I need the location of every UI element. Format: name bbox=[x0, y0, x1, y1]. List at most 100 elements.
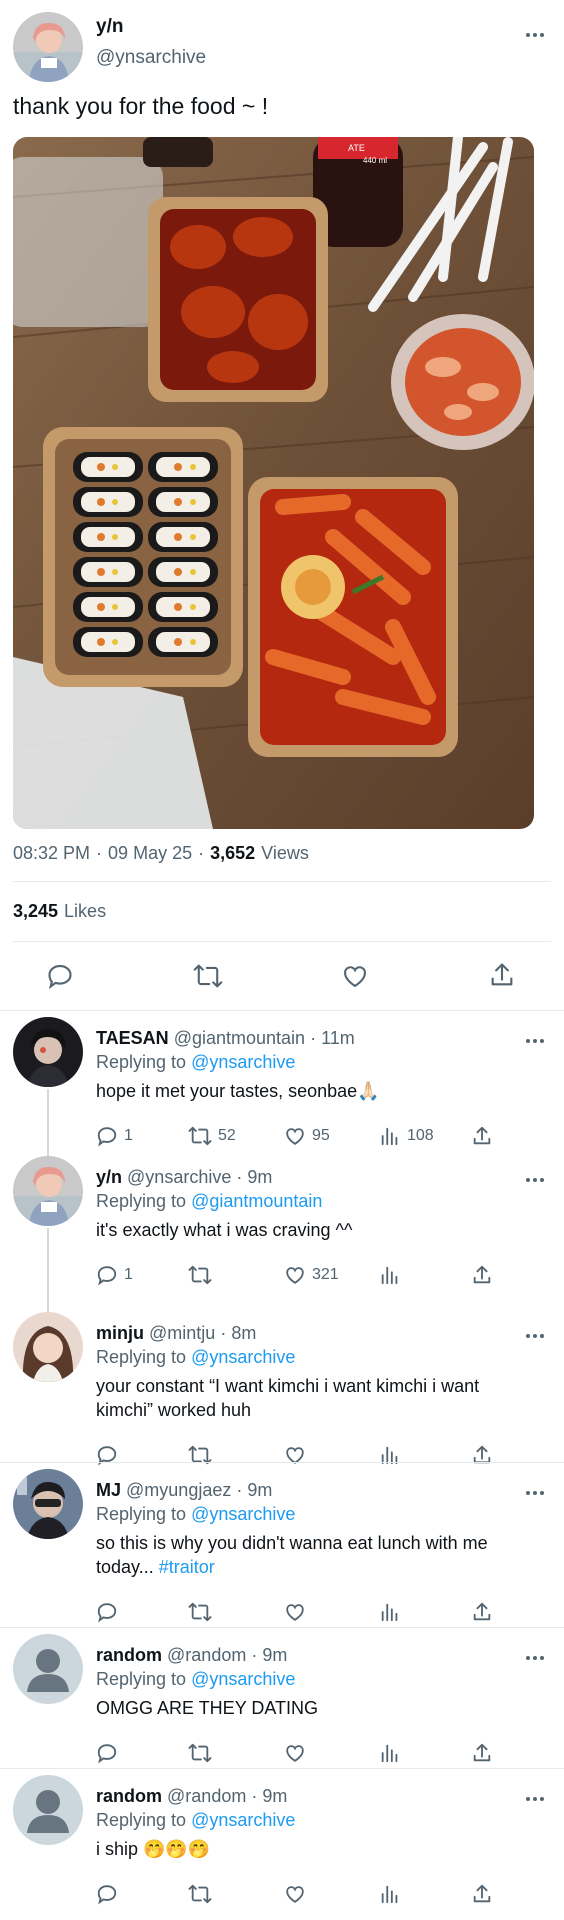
more-icon[interactable] bbox=[526, 1655, 548, 1661]
reply-action-repost[interactable]: 52 bbox=[188, 1125, 236, 1147]
reply-action-repost[interactable] bbox=[188, 1264, 218, 1286]
reply-separator: · bbox=[220, 1323, 227, 1343]
reply-action-reply[interactable] bbox=[96, 1742, 124, 1764]
reply-time[interactable]: 8m bbox=[231, 1323, 256, 1343]
post-likes[interactable]: 3,245 Likes bbox=[13, 901, 106, 922]
reply-action-repost[interactable] bbox=[188, 1742, 218, 1764]
replying-to-handle[interactable]: @ynsarchive bbox=[191, 1347, 295, 1367]
reply-text: your constant “I want kimchi i want kimc… bbox=[96, 1374, 536, 1422]
reply-avatar[interactable] bbox=[13, 1469, 83, 1539]
more-icon[interactable] bbox=[526, 1796, 548, 1802]
repost-icon bbox=[188, 1125, 212, 1147]
reply-time[interactable]: 9m bbox=[262, 1786, 287, 1806]
reply-header: minju @mintju · 8m bbox=[96, 1323, 256, 1344]
replying-to-handle[interactable]: @ynsarchive bbox=[191, 1504, 295, 1524]
reply-action-views[interactable] bbox=[379, 1601, 407, 1623]
replying-to-handle[interactable]: @ynsarchive bbox=[191, 1052, 295, 1072]
replying-prefix: Replying to bbox=[96, 1504, 187, 1524]
reply-author-name[interactable]: minju bbox=[96, 1323, 144, 1343]
reply-action-views[interactable] bbox=[379, 1883, 407, 1905]
like-icon[interactable] bbox=[341, 962, 369, 995]
reply-avatar[interactable] bbox=[13, 1634, 83, 1704]
reply-action-views[interactable] bbox=[379, 1742, 407, 1764]
reply-author-name[interactable]: MJ bbox=[96, 1480, 121, 1500]
reply-time[interactable]: 9m bbox=[247, 1480, 272, 1500]
reply-action-reply[interactable]: 1 bbox=[96, 1125, 133, 1147]
reply-author-handle[interactable]: @ynsarchive bbox=[127, 1167, 231, 1187]
reply-action-reply[interactable] bbox=[96, 1601, 124, 1623]
hashtag-link[interactable]: #traitor bbox=[159, 1557, 215, 1577]
repost-icon bbox=[188, 1883, 212, 1905]
more-icon[interactable] bbox=[526, 1038, 548, 1044]
views-label: Views bbox=[261, 843, 309, 863]
reply-author-name[interactable]: random bbox=[96, 1645, 162, 1665]
reply-time[interactable]: 9m bbox=[247, 1167, 272, 1187]
reply-action-views[interactable]: 108 bbox=[379, 1125, 434, 1147]
more-icon[interactable] bbox=[526, 1177, 548, 1183]
reply-separator: · bbox=[236, 1480, 243, 1500]
reply-avatar[interactable] bbox=[13, 1312, 83, 1382]
reply-action-like[interactable] bbox=[284, 1601, 312, 1623]
reply-action-reply[interactable] bbox=[96, 1883, 124, 1905]
divider bbox=[0, 1010, 564, 1011]
reply-author-handle[interactable]: @random bbox=[167, 1645, 246, 1665]
reply-avatar[interactable] bbox=[13, 1775, 83, 1845]
like-icon bbox=[284, 1742, 306, 1764]
like-icon bbox=[284, 1264, 306, 1286]
reply-text-body: i ship 🤭🤭🤭 bbox=[96, 1839, 211, 1859]
replying-to-handle[interactable]: @ynsarchive bbox=[191, 1810, 295, 1830]
author-avatar[interactable] bbox=[13, 12, 83, 82]
reply-author-name[interactable]: random bbox=[96, 1786, 162, 1806]
more-icon[interactable] bbox=[526, 32, 548, 38]
reply-header: random @random · 9m bbox=[96, 1645, 287, 1666]
post-time[interactable]: 08:32 PM bbox=[13, 843, 90, 864]
reply-time[interactable]: 11m bbox=[321, 1028, 355, 1048]
reply-action-views[interactable] bbox=[379, 1264, 407, 1286]
replying-prefix: Replying to bbox=[96, 1052, 187, 1072]
reply-icon[interactable] bbox=[46, 962, 74, 995]
reply-author-handle[interactable]: @myungjaez bbox=[126, 1480, 231, 1500]
reply-action-reply[interactable]: 1 bbox=[96, 1264, 133, 1286]
post-image[interactable]: ATE 440 ml bbox=[13, 137, 534, 829]
reply-action-share[interactable] bbox=[471, 1264, 493, 1286]
reply-author-handle[interactable]: @giantmountain bbox=[174, 1028, 305, 1048]
reply-action-like[interactable] bbox=[284, 1883, 312, 1905]
replying-prefix: Replying to bbox=[96, 1347, 187, 1367]
like-count: 321 bbox=[312, 1266, 339, 1283]
more-icon[interactable] bbox=[526, 1490, 548, 1496]
reply-text: it's exactly what i was craving ^^ bbox=[96, 1218, 536, 1242]
reply-action-like[interactable]: 321 bbox=[284, 1264, 339, 1286]
like-icon bbox=[284, 1125, 306, 1147]
like-icon bbox=[284, 1883, 306, 1905]
thread-line bbox=[47, 1089, 49, 1162]
author-name[interactable]: y/n bbox=[96, 16, 123, 38]
reply-action-like[interactable] bbox=[284, 1742, 312, 1764]
reply-author-name[interactable]: y/n bbox=[96, 1167, 122, 1187]
reply-header: MJ @myungjaez · 9m bbox=[96, 1480, 272, 1501]
replying-to: Replying to @ynsarchive bbox=[96, 1504, 295, 1525]
replying-to-handle[interactable]: @ynsarchive bbox=[191, 1669, 295, 1689]
repost-icon[interactable] bbox=[193, 962, 223, 995]
reply-author-handle[interactable]: @random bbox=[167, 1786, 246, 1806]
more-icon[interactable] bbox=[526, 1333, 548, 1339]
reply-time[interactable]: 9m bbox=[262, 1645, 287, 1665]
author-handle[interactable]: @ynsarchive bbox=[96, 47, 206, 69]
replying-to: Replying to @ynsarchive bbox=[96, 1810, 295, 1831]
share-icon[interactable] bbox=[488, 961, 516, 994]
reply-author-handle[interactable]: @mintju bbox=[149, 1323, 215, 1343]
reply-action-share[interactable] bbox=[471, 1742, 493, 1764]
reply-avatar[interactable] bbox=[13, 1156, 83, 1226]
post-date[interactable]: 09 May 25 bbox=[108, 843, 192, 864]
reply-avatar[interactable] bbox=[13, 1017, 83, 1087]
replying-to-handle[interactable]: @giantmountain bbox=[191, 1191, 322, 1211]
reply-action-repost[interactable] bbox=[188, 1883, 218, 1905]
reply-action-like[interactable]: 95 bbox=[284, 1125, 330, 1147]
thread-line bbox=[47, 1228, 49, 1318]
reply-action-repost[interactable] bbox=[188, 1601, 218, 1623]
share-icon bbox=[471, 1742, 493, 1764]
reply-action-share[interactable] bbox=[471, 1883, 493, 1905]
reply-author-name[interactable]: TAESAN bbox=[96, 1028, 169, 1048]
reply-action-share[interactable] bbox=[471, 1125, 493, 1147]
reply-action-share[interactable] bbox=[471, 1601, 493, 1623]
replying-to: Replying to @ynsarchive bbox=[96, 1347, 295, 1368]
